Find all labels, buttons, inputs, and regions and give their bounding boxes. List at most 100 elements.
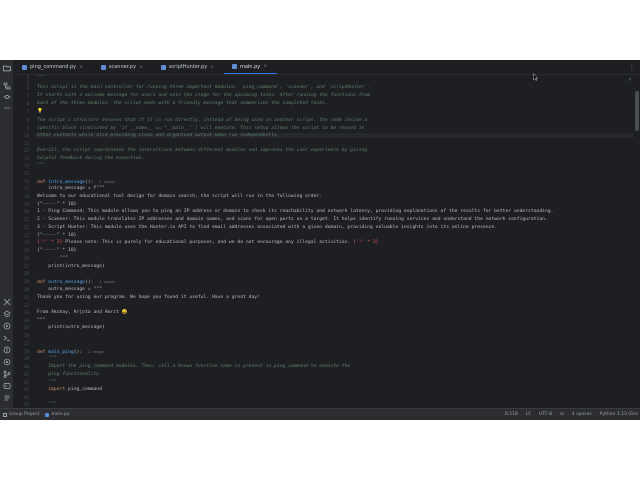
scrollbar-thumb[interactable] [635, 91, 639, 131]
code-line: """ [37, 318, 46, 323]
python-file-icon [22, 64, 27, 70]
line-number[interactable]: 31 [24, 295, 29, 300]
line-number[interactable]: 4 [27, 85, 29, 90]
todo-icon[interactable] [2, 393, 11, 402]
close-icon[interactable]: × [79, 65, 83, 70]
folder-icon[interactable] [2, 63, 11, 72]
line-number[interactable]: 21 [24, 217, 29, 222]
line-number[interactable]: 40 [24, 364, 29, 369]
code-line: """ [37, 256, 69, 261]
line-number[interactable]: 14 [24, 163, 29, 168]
tab-main[interactable]: main.py × [223, 60, 277, 74]
tab-options-icon[interactable]: ⋮ [624, 60, 640, 74]
python-console-icon[interactable] [2, 381, 11, 390]
code-line: def main_ping(): 1 usage [37, 349, 104, 355]
punctuation: (): [84, 180, 94, 185]
problems-icon[interactable] [2, 345, 11, 354]
line-number[interactable]: 22 [24, 225, 29, 230]
line-number[interactable]: 43 [24, 387, 29, 392]
code-line: print(intro_message) [37, 264, 105, 269]
close-icon[interactable]: × [263, 64, 267, 69]
line-number[interactable]: 12 [24, 148, 29, 153]
code-line: {"-----" * 10} [37, 248, 77, 253]
line-number[interactable]: 16 [24, 179, 29, 184]
line-number[interactable]: 33 [24, 310, 29, 315]
line-number[interactable]: 8 [27, 118, 29, 123]
file-encoding[interactable]: UTF-8 [539, 412, 552, 417]
tab-scanner[interactable]: scanner.py × [93, 60, 153, 74]
code-line: Thank you for using our program. We hope… [37, 295, 260, 300]
indent-setting[interactable]: 4 spaces [572, 412, 592, 417]
line-number[interactable]: 26 [24, 256, 29, 261]
terminal-icon[interactable] [2, 333, 11, 342]
run-icon[interactable] [2, 321, 11, 330]
line-number[interactable]: 20 [24, 209, 29, 214]
lock-icon[interactable]: ⊡ [560, 412, 564, 417]
code-line: {"-----" * 10} [37, 202, 77, 207]
line-number[interactable]: 42 [24, 380, 29, 385]
vertical-scrollbar[interactable] [634, 75, 640, 408]
code-line: """ [37, 402, 57, 407]
line-number[interactable]: 11 [24, 141, 29, 146]
line-number[interactable]: 13 [24, 156, 29, 161]
line-number[interactable]: 23 [24, 233, 29, 238]
keyword: import [37, 387, 66, 392]
line-number[interactable]: 17 [24, 186, 29, 191]
line-number[interactable]: 9 [27, 126, 29, 131]
line-number[interactable]: 27 [24, 264, 29, 269]
line-number[interactable]: 6 [27, 101, 29, 106]
tool-window-bar [0, 60, 14, 408]
warning-marker: {'!' * 3} [37, 240, 63, 245]
lightbulb-icon[interactable]: 💡 [37, 109, 43, 114]
breadcrumb-project[interactable]: Group Project [9, 412, 40, 417]
layers-icon[interactable] [2, 309, 11, 318]
caret-position[interactable]: 8:118 [505, 412, 518, 417]
line-number[interactable]: 5 [27, 93, 29, 98]
tab-scripthunter[interactable]: scriptHunter.py × [153, 60, 224, 74]
code-line: """ [37, 380, 57, 385]
usage-hint[interactable]: 1 usage [99, 279, 115, 284]
code-line: """ [37, 75, 46, 80]
usage-hint[interactable]: 1 usage [99, 179, 115, 184]
line-number[interactable]: 25 [24, 248, 29, 253]
python-file-icon [160, 64, 166, 70]
line-number[interactable]: 37 [24, 341, 29, 346]
line-number[interactable]: 35 [24, 325, 29, 330]
git-icon[interactable] [2, 369, 11, 378]
more-icon[interactable] [2, 103, 11, 112]
breadcrumb-file[interactable]: main.py [51, 412, 69, 417]
line-number[interactable]: 24 [24, 240, 29, 245]
commit-icon[interactable] [2, 92, 11, 101]
usage-hint[interactable]: 1 usage [88, 349, 104, 354]
close-icon[interactable]: × [210, 65, 214, 70]
plugins-icon[interactable] [2, 297, 11, 306]
structure-icon[interactable] [2, 81, 11, 90]
line-number[interactable]: 7 [27, 109, 29, 114]
line-number[interactable]: 38 [24, 349, 29, 354]
python-file-icon [45, 412, 50, 417]
line-number[interactable]: 28 [24, 271, 29, 276]
line-number[interactable]: 10 [24, 133, 29, 138]
assignment: intro_message = f""" [37, 186, 105, 191]
line-number[interactable]: 29 [24, 279, 29, 284]
line-number[interactable]: 32 [24, 303, 29, 308]
python-interpreter[interactable]: Python 3.13 (Gro [600, 412, 638, 417]
line-number[interactable]: 18 [24, 194, 29, 199]
line-number[interactable]: 19 [24, 202, 29, 207]
line-number[interactable]: 39 [24, 356, 29, 361]
inspection-ok-icon[interactable]: ✓ [628, 78, 633, 83]
line-number[interactable]: 15 [24, 171, 29, 176]
line-number[interactable]: 44 [24, 395, 29, 400]
line-number[interactable]: 34 [24, 318, 29, 323]
tab-ping-command[interactable]: ping_command.py × [14, 60, 93, 74]
services-icon[interactable] [2, 357, 11, 366]
line-number[interactable]: 30 [24, 287, 29, 292]
close-icon[interactable]: × [139, 65, 143, 70]
line-number[interactable]: 36 [24, 333, 29, 338]
status-bar: Group Project › main.py 8:118 LF UTF-8 ⊡… [0, 408, 640, 420]
line-number[interactable]: 41 [24, 372, 29, 377]
line-number[interactable]: 45 [24, 402, 29, 407]
code-editor[interactable]: """ This script is the main controller f… [35, 75, 634, 408]
function-name: intro_message [48, 180, 85, 185]
line-ending[interactable]: LF [526, 412, 531, 417]
